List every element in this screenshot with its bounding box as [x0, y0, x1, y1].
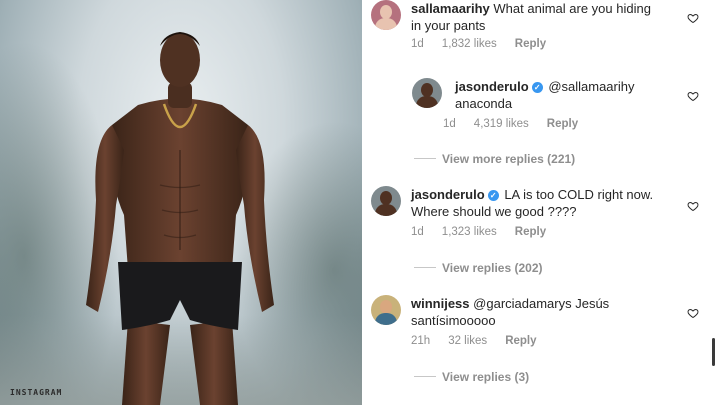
- comment-likes[interactable]: 1,323 likes: [442, 226, 497, 238]
- comment-username[interactable]: jasonderulo: [455, 79, 529, 94]
- comment-body-line1: LA is too COLD right now.: [504, 187, 654, 202]
- comment-likes[interactable]: 4,319 likes: [474, 118, 529, 130]
- view-replies-button[interactable]: View replies (202): [414, 261, 543, 275]
- reply-button[interactable]: Reply: [515, 226, 546, 238]
- reply-button[interactable]: Reply: [515, 38, 546, 50]
- heart-outline-icon[interactable]: [687, 12, 699, 24]
- person-figure: [86, 32, 274, 405]
- comment-age: 1d: [443, 118, 456, 130]
- comment-body-line2: in your pants: [411, 18, 486, 33]
- comments-panel: sallamaarihy What animal are you hiding …: [362, 0, 720, 405]
- heart-outline-icon[interactable]: [687, 90, 699, 102]
- comment-text: sallamaarihy What animal are you hiding …: [411, 0, 651, 34]
- comment-meta: 1d 4,319 likes Reply: [443, 118, 596, 130]
- comment-username[interactable]: sallamaarihy: [411, 1, 490, 16]
- divider: [414, 376, 436, 377]
- comment-meta: 1d 1,323 likes Reply: [411, 226, 564, 238]
- comment-likes[interactable]: 32 likes: [448, 335, 487, 347]
- view-more-replies-button[interactable]: View more replies (221): [414, 152, 575, 166]
- post-photo: INSTAGRAM: [0, 0, 362, 405]
- comment-age: 1d: [411, 226, 424, 238]
- heart-outline-icon[interactable]: [687, 200, 699, 212]
- comment-username[interactable]: winnijess: [411, 296, 470, 311]
- verified-badge-icon: ✓: [487, 190, 499, 201]
- comment-body-line2: anaconda: [455, 96, 513, 111]
- verified-badge-icon: ✓: [531, 82, 543, 93]
- view-replies-button[interactable]: View replies (3): [414, 370, 529, 384]
- scrollbar[interactable]: [712, 338, 715, 366]
- heart-outline-icon[interactable]: [687, 307, 699, 319]
- comment-meta: 21h 32 likes Reply: [411, 335, 555, 347]
- reply-button[interactable]: Reply: [547, 118, 578, 130]
- comment-text: jasonderulo ✓ @sallamaarihy anaconda: [455, 78, 634, 112]
- comment-age: 1d: [411, 38, 424, 50]
- comment-meta: 1d 1,832 likes Reply: [411, 38, 564, 50]
- comment-body-line1: What animal are you hiding: [493, 1, 651, 16]
- comment-body-line2: santísimooooo: [411, 313, 496, 328]
- divider: [414, 267, 436, 268]
- avatar[interactable]: [371, 186, 401, 216]
- divider: [414, 158, 436, 159]
- comment-body-line1: @garciadamarys Jesús: [473, 296, 610, 311]
- comment-text: winnijess @garciadamarys Jesús santísimo…: [411, 295, 609, 329]
- avatar[interactable]: [371, 295, 401, 325]
- comment-text: jasonderulo ✓ LA is too COLD right now. W…: [411, 186, 653, 220]
- reply-button[interactable]: Reply: [505, 335, 536, 347]
- comment-likes[interactable]: 1,832 likes: [442, 38, 497, 50]
- comment-body-line2: Where should we good ????: [411, 204, 577, 219]
- avatar[interactable]: [412, 78, 442, 108]
- comment-age: 21h: [411, 335, 431, 347]
- instagram-watermark: INSTAGRAM: [10, 388, 63, 397]
- avatar[interactable]: [371, 0, 401, 30]
- comment-body-line1[interactable]: @sallamaarihy: [548, 79, 634, 94]
- comment-username[interactable]: jasonderulo: [411, 187, 485, 202]
